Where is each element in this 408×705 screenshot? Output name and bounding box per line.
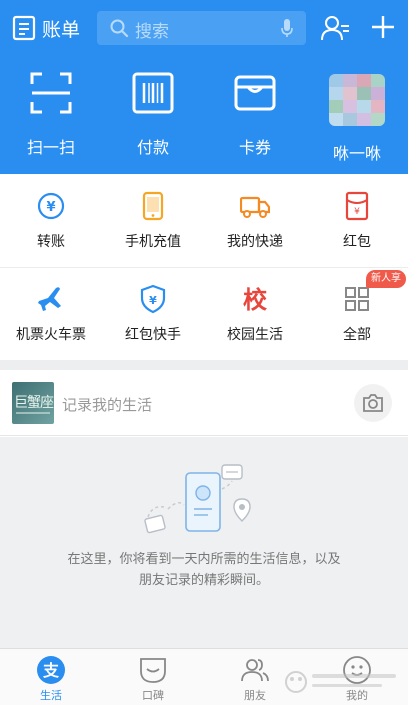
grid-item-redpacket-fast[interactable]: ¥ 红包快手 (102, 267, 204, 360)
microphone-icon[interactable] (280, 18, 294, 38)
grid-label: 校园生活 (227, 327, 283, 343)
grid-item-campus[interactable]: 校 校园生活 (204, 267, 306, 360)
watermark-logo (285, 671, 396, 693)
grid-item-red-packet[interactable]: ¥ 红包 (306, 174, 408, 267)
quick-scan-label: 扫一扫 (26, 138, 75, 157)
quick-pay[interactable]: 付款 (102, 72, 204, 164)
grid-all-icon (345, 287, 369, 311)
friends-icon (241, 659, 269, 682)
grid-label: 手机充值 (125, 234, 181, 250)
blurred-avatar (329, 74, 385, 126)
campus-icon: 校 (243, 286, 268, 314)
bill-label: 账单 (42, 18, 81, 41)
quick-scan[interactable]: 扫一扫 (0, 72, 102, 164)
bill-button[interactable]: 账单 (12, 14, 80, 42)
tab-koubei[interactable]: 口碑 (102, 649, 204, 705)
empty-feed-text: 在这里，你将看到一天内所需的生活信息，以及朋友记录的精彩瞬间。 (67, 552, 341, 588)
phone-recharge-icon (142, 191, 164, 221)
grid-label: 我的快递 (227, 234, 283, 250)
grid-item-recharge[interactable]: 手机充值 (102, 174, 204, 267)
tab-life-label: 生活 (40, 689, 62, 702)
avatar[interactable]: 巨蟹座 (12, 382, 54, 424)
quick-xiu[interactable]: 咻一咻 (306, 72, 408, 164)
contacts-icon[interactable] (321, 14, 351, 42)
tab-life[interactable]: 支 生活 (0, 649, 102, 705)
life-feed-empty: 在这里，你将看到一天内所需的生活信息，以及朋友记录的精彩瞬间。 (0, 437, 408, 648)
grid-label: 机票火车票 (16, 327, 86, 343)
red-packet-icon: ¥ (345, 191, 369, 221)
avatar-text: 巨蟹座 (14, 395, 54, 411)
grid-label: 转账 (37, 234, 65, 250)
grid-item-delivery[interactable]: 我的快递 (204, 174, 306, 267)
grid-label: 红包快手 (125, 327, 181, 343)
plus-icon[interactable] (370, 13, 396, 41)
life-icon: 支 (37, 656, 65, 684)
quick-card[interactable]: 卡券 (204, 72, 306, 164)
search-placeholder: 搜索 (135, 22, 169, 42)
delivery-truck-icon (240, 196, 270, 218)
service-grid: ¥ 转账 手机充值 我的快递 ¥ 红包 机票火车票 ¥ 红包快手 校 校园生活 … (0, 174, 408, 360)
svg-text:¥: ¥ (46, 200, 55, 215)
life-record-label[interactable]: 记录我的生活 (62, 394, 152, 415)
empty-feed-illustration (144, 464, 251, 534)
scan-icon (30, 72, 72, 114)
camera-icon (363, 394, 383, 412)
quick-xiu-label: 咻一咻 (332, 144, 381, 163)
transfer-icon: ¥ (37, 192, 65, 220)
new-user-badge: 新人享 (366, 270, 406, 288)
card-wallet-icon (234, 75, 276, 111)
bill-icon (12, 15, 36, 41)
airplane-icon (38, 287, 61, 311)
grid-label: 红包 (343, 234, 371, 250)
quick-pay-label: 付款 (136, 138, 169, 157)
svg-text:支: 支 (42, 661, 60, 680)
grid-item-transfer[interactable]: ¥ 转账 (0, 174, 102, 267)
life-record-bar[interactable]: 巨蟹座 记录我的生活 (0, 370, 408, 436)
section-gap (0, 360, 408, 370)
shield-yen-icon: ¥ (140, 284, 166, 314)
tab-koubei-label: 口碑 (142, 689, 164, 702)
camera-button[interactable] (354, 384, 392, 422)
top-bar: 账单 搜索 (0, 0, 408, 56)
svg-text:校: 校 (243, 286, 268, 314)
search-input[interactable]: 搜索 (97, 11, 306, 45)
svg-text:¥: ¥ (354, 207, 360, 217)
grid-label: 全部 (343, 327, 371, 343)
avatar-decoration (16, 412, 50, 414)
header: 账单 搜索 扫一扫 付款 卡券 咻一咻 (0, 0, 408, 174)
grid-item-tickets[interactable]: 机票火车票 (0, 267, 102, 360)
koubei-icon (140, 658, 166, 683)
svg-text:¥: ¥ (149, 294, 157, 307)
quick-card-label: 卡券 (238, 138, 271, 157)
search-icon (110, 19, 129, 38)
barcode-icon (132, 72, 174, 114)
